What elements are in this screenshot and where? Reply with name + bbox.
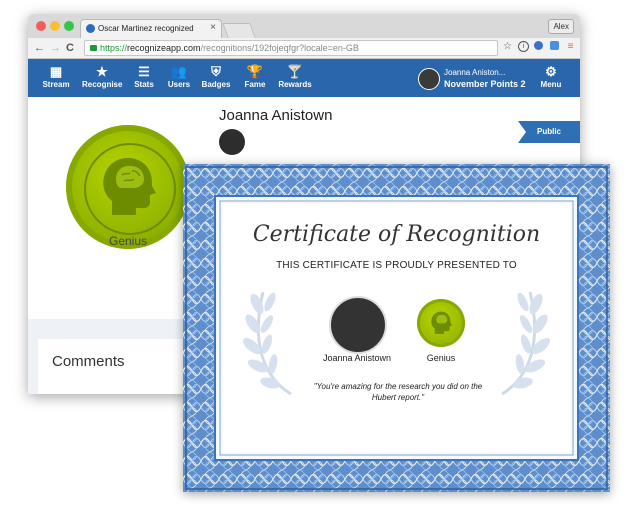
- comments-heading: Comments: [52, 353, 125, 370]
- shield-icon: ⛨: [211, 64, 221, 79]
- list-icon: ☰: [138, 64, 150, 79]
- certificate-recipient-name: Joanna Anistown: [322, 353, 392, 363]
- grid-icon: ▦: [49, 64, 63, 79]
- nav-item-fame[interactable]: 🏆 Fame: [235, 64, 275, 89]
- nav-item-recognise[interactable]: ★ Recognise: [82, 64, 122, 89]
- current-user-name[interactable]: Joanna Aniston...: [444, 68, 505, 77]
- nav-item-menu[interactable]: ⚙ Menu: [531, 64, 571, 89]
- recipient-name[interactable]: Joanna Anistown: [219, 107, 332, 124]
- head-brain-icon: [431, 311, 452, 334]
- nav-label: Rewards: [278, 80, 312, 89]
- laurel-left-icon: [243, 291, 292, 396]
- address-bar[interactable]: https://recognizeapp.com/recognitions/19…: [84, 40, 498, 56]
- url-scheme: https://: [100, 43, 128, 53]
- laurel-right-icon: [501, 291, 550, 396]
- badge-image: [66, 125, 190, 249]
- profile-chip[interactable]: Alex: [548, 19, 574, 34]
- reload-icon[interactable]: C: [66, 41, 74, 55]
- recipient-photo: [329, 296, 387, 354]
- app-navbar: ▦ Stream ★ Recognise ☰ Stats 👥 Users ⛨ B…: [28, 59, 580, 97]
- back-arrow-icon[interactable]: ←: [34, 41, 45, 55]
- tab-title: Oscar Martinez recognized: [98, 24, 194, 33]
- certificate-title: Certificate of Recognition: [252, 222, 541, 247]
- nav-item-rewards[interactable]: 🍸 Rewards: [275, 64, 315, 89]
- url-path: /recognitions/192fojeqfgr?locale=en-GB: [200, 43, 359, 53]
- nav-label: Users: [167, 80, 191, 89]
- nav-item-stats[interactable]: ☰ Stats: [124, 64, 164, 89]
- avatar[interactable]: [418, 68, 440, 90]
- bookmark-star-icon[interactable]: ☆: [502, 41, 513, 52]
- extension-icon[interactable]: [534, 41, 543, 50]
- points-label: November Points 2: [444, 79, 526, 89]
- browser-tab[interactable]: Oscar Martinez recognized ×: [80, 19, 222, 39]
- nav-label: Recognise: [82, 80, 123, 89]
- cocktail-icon: 🍸: [286, 64, 304, 79]
- trophy-icon: 🏆: [246, 64, 264, 79]
- gear-icon: ⚙: [545, 64, 557, 79]
- badge-name: Genius: [108, 234, 148, 248]
- info-icon[interactable]: i: [518, 41, 529, 52]
- tab-close-icon[interactable]: ×: [210, 22, 216, 33]
- genius-badge: [417, 299, 465, 347]
- users-icon: 👥: [170, 64, 188, 79]
- nav-item-users[interactable]: 👥 Users: [159, 64, 199, 89]
- nav-item-badges[interactable]: ⛨ Badges: [196, 64, 236, 89]
- nav-item-stream[interactable]: ▦ Stream: [36, 64, 76, 89]
- star-icon: ★: [96, 64, 108, 79]
- nav-label: Stats: [134, 80, 154, 89]
- certificate-subtitle: THIS CERTIFICATE IS PROUDLY PRESENTED TO: [276, 260, 517, 271]
- new-tab-button[interactable]: [222, 23, 256, 38]
- url-host: recognizeapp.com: [127, 43, 201, 53]
- menu-icon[interactable]: ≡: [565, 41, 576, 52]
- close-window-button[interactable]: [36, 21, 46, 31]
- certificate: Certificate of Recognition THIS CERTIFIC…: [183, 164, 610, 492]
- certificate-body: Certificate of Recognition THIS CERTIFIC…: [223, 204, 570, 452]
- minimize-window-button[interactable]: [50, 21, 60, 31]
- visibility-badge: Public: [518, 121, 580, 143]
- favicon-icon: [86, 24, 95, 33]
- nav-label: Menu: [540, 80, 562, 89]
- nav-label: Badges: [201, 80, 231, 89]
- nav-label: Stream: [42, 80, 70, 89]
- maximize-window-button[interactable]: [64, 21, 74, 31]
- nav-label: Fame: [244, 80, 266, 89]
- head-brain-icon: [103, 157, 156, 215]
- forward-arrow-icon[interactable]: →: [50, 41, 61, 55]
- lock-icon: [90, 45, 97, 51]
- comments-panel: Comments: [38, 339, 188, 394]
- extension-icon[interactable]: [550, 41, 559, 50]
- certificate-badge-name: Genius: [426, 353, 456, 363]
- certificate-quote: "You're amazing for the research you did…: [313, 382, 483, 402]
- tab-strip: Oscar Martinez recognized × Alex: [28, 14, 580, 39]
- browser-toolbar: ← → C https://recognizeapp.com/recogniti…: [28, 38, 580, 59]
- recipient-avatar[interactable]: [219, 129, 245, 155]
